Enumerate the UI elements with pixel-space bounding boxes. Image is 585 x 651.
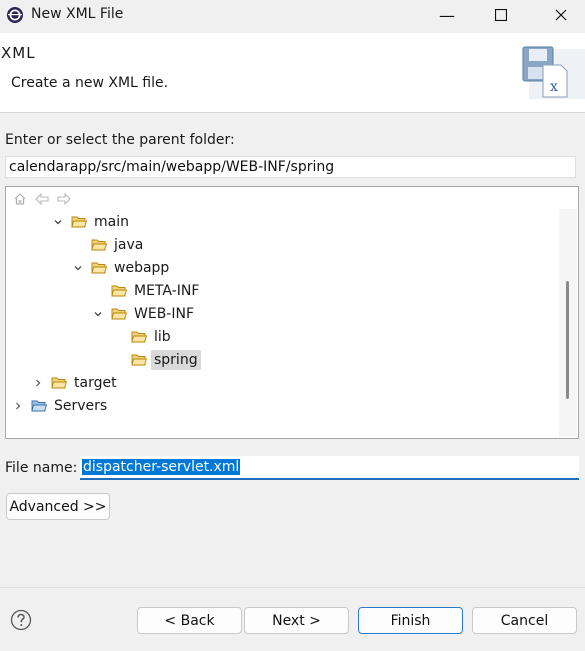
chevron-right-icon[interactable] [33, 378, 43, 388]
servers-folder-icon [31, 400, 47, 412]
xml-file-wizard-icon: x [522, 46, 585, 99]
tree-node-webapp[interactable]: webapp [73, 257, 172, 279]
tree-node-servers[interactable]: Servers [13, 395, 110, 417]
maximize-icon [495, 9, 507, 21]
tree-node-label: Servers [54, 398, 108, 414]
tree-scrollbar[interactable] [559, 209, 577, 437]
cancel-button[interactable]: Cancel [472, 607, 577, 634]
wizard-header: XML Create a new XML file. x [0, 33, 585, 113]
title-bar: New XML File — [0, 0, 585, 32]
forward-icon[interactable] [56, 191, 72, 207]
wizard-title: XML [1, 44, 36, 62]
tree-node-label: java [114, 237, 144, 253]
eclipse-app-icon [7, 7, 23, 23]
folder-icon [91, 262, 107, 274]
parent-folder-input[interactable] [5, 156, 576, 178]
advanced-button[interactable]: Advanced >> [6, 493, 110, 520]
scrollbar-thumb[interactable] [566, 281, 569, 399]
tree-node-label: META-INF [134, 283, 200, 299]
finish-button[interactable]: Finish [358, 607, 463, 634]
window-title: New XML File [31, 6, 124, 22]
tree-node-spring[interactable]: spring [113, 349, 201, 371]
tree-node-label: webapp [114, 260, 170, 276]
tree-node-main[interactable]: main [53, 211, 132, 233]
folder-icon [51, 377, 67, 389]
minimize-button[interactable]: — [424, 0, 470, 30]
tree-node-target[interactable]: target [33, 372, 120, 394]
close-icon [555, 9, 567, 21]
back-button[interactable]: < Back [137, 607, 242, 634]
help-icon[interactable] [10, 609, 32, 631]
back-icon[interactable] [34, 191, 50, 207]
folder-icon [131, 331, 147, 343]
chevron-down-icon[interactable] [93, 309, 103, 319]
tree-node-label: WEB-INF [134, 306, 194, 322]
tree-node-label: spring [151, 350, 201, 370]
tree-toolbar [12, 191, 72, 207]
tree-node-label: target [74, 375, 117, 391]
parent-folder-label: Enter or select the parent folder: [5, 132, 235, 148]
folder-icon [91, 239, 107, 251]
tree-node-label: lib [154, 329, 171, 345]
next-button[interactable]: Next > [244, 607, 349, 634]
tree-node-web-inf[interactable]: WEB-INF [93, 303, 197, 325]
maximize-button[interactable] [478, 0, 524, 30]
file-name-label: File name: [5, 460, 78, 476]
home-icon[interactable] [12, 191, 28, 207]
tree-node-meta-inf[interactable]: META-INF [93, 280, 202, 302]
divider [0, 587, 585, 588]
folder-icon [111, 308, 127, 320]
folder-icon [131, 354, 147, 366]
chevron-down-icon[interactable] [73, 263, 83, 273]
svg-text:x: x [550, 79, 558, 95]
file-name-input[interactable]: dispatcher-servlet.xml [80, 456, 579, 480]
file-name-value: dispatcher-servlet.xml [82, 459, 241, 475]
chevron-down-icon[interactable] [53, 217, 63, 227]
close-button[interactable] [538, 0, 584, 30]
folder-tree[interactable]: main java webapp META-INF WEB-INF lib sp… [5, 186, 579, 439]
chevron-right-icon[interactable] [13, 401, 23, 411]
minimize-icon: — [439, 5, 455, 25]
wizard-description: Create a new XML file. [11, 75, 169, 91]
tree-node-lib[interactable]: lib [113, 326, 174, 348]
folder-icon [111, 285, 127, 297]
tree-node-java[interactable]: java [73, 234, 146, 256]
folder-icon [71, 216, 87, 228]
tree-node-label: main [94, 214, 129, 230]
